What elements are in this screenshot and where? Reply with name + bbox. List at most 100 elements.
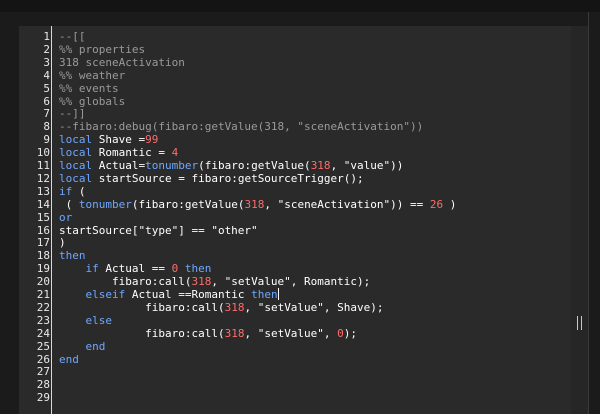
- line-number: 26: [36, 352, 50, 366]
- line-number: 3: [43, 55, 50, 69]
- window-top-bar: [0, 0, 600, 12]
- code-token: 99: [145, 133, 159, 147]
- line-number: 20: [36, 275, 50, 289]
- code-text[interactable]: if (: [59, 185, 86, 198]
- line-number: 2: [43, 42, 50, 56]
- code-text[interactable]: %% events: [59, 82, 119, 95]
- code-token: else: [85, 313, 113, 327]
- line-number: 10: [36, 146, 50, 160]
- code-token: , "sceneActivation")) ==: [264, 197, 430, 211]
- code-token: %% weather: [59, 68, 126, 82]
- code-token: Actual=: [92, 159, 146, 172]
- code-text[interactable]: ( tonumber(fibaro:getValue(318, "sceneAc…: [59, 197, 457, 211]
- code-text[interactable]: else: [59, 313, 113, 327]
- code-token: 318: [244, 197, 265, 211]
- line-number: 7: [43, 107, 50, 121]
- code-token: ): [443, 197, 457, 211]
- code-token: 4: [171, 146, 179, 160]
- code-token: if: [59, 184, 73, 198]
- code-editor[interactable]: 1 --[[ 2 %% properties 3 318 sceneActivation 4…: [19, 26, 571, 414]
- code-token: (fibaro:getValue(: [131, 197, 245, 211]
- line-number: 5: [43, 81, 50, 95]
- code-token: Shave =: [92, 133, 146, 147]
- code-token: 318: [224, 300, 245, 314]
- lua-editor-window: 1 --[[ 2 %% properties 3 318 sceneActivation 4…: [0, 0, 600, 414]
- code-token: if: [85, 262, 99, 276]
- code-token: (: [72, 184, 86, 198]
- code-text[interactable]: local Shave =99: [59, 133, 158, 146]
- code-token: (: [59, 197, 79, 211]
- line-number: 25: [36, 339, 50, 353]
- code-text[interactable]: --]]: [59, 107, 86, 120]
- code-token: Romantic =: [92, 146, 172, 160]
- code-text[interactable]: local startSource = fibaro:getSourceTrig…: [59, 172, 364, 185]
- code-token: %% properties: [59, 42, 146, 56]
- code-token: , "value")): [330, 159, 404, 172]
- code-token: elseif: [85, 288, 126, 301]
- code-text[interactable]: local Romantic = 4: [59, 146, 178, 159]
- code-text[interactable]: end: [59, 339, 106, 353]
- line-number: 22: [36, 300, 50, 314]
- code-text[interactable]: then: [59, 249, 86, 262]
- line-number: 19: [36, 262, 50, 276]
- code-token: 318: [224, 326, 245, 340]
- line-number: 16: [36, 223, 50, 237]
- code-token: local: [59, 171, 93, 185]
- code-text[interactable]: end: [59, 353, 79, 366]
- code-text[interactable]: fibaro:call(318, "setValue", Romantic);: [59, 275, 370, 288]
- line-number: 29: [36, 391, 50, 405]
- code-token: fibaro:call(: [59, 275, 192, 289]
- code-token: 318: [310, 159, 331, 172]
- resize-handle[interactable]: [577, 316, 583, 330]
- code-text[interactable]: %% globals: [59, 95, 125, 108]
- code-token: end: [85, 339, 106, 353]
- code-text[interactable]: startSource["type"] == "other": [59, 224, 258, 237]
- line-number: 15: [36, 210, 50, 224]
- code-token: Actual ==Romantic: [125, 288, 252, 301]
- code-token: , "setValue", Romantic);: [211, 275, 371, 289]
- line-number: 6: [43, 94, 50, 108]
- line-number: 1: [43, 30, 50, 43]
- code-token: , "setValue",: [244, 326, 338, 340]
- code-text[interactable]: if Actual == 0 then: [59, 262, 212, 276]
- code-text[interactable]: fibaro:call(318, "setValue", 0);: [59, 327, 357, 340]
- code-token: --fibaro:debug(fibaro:getValue(318, "sce…: [59, 120, 424, 134]
- line-number: 12: [36, 171, 50, 185]
- code-text[interactable]: fibaro:call(318, "setValue", Shave);: [59, 300, 383, 314]
- line-number: 9: [43, 133, 50, 147]
- code-text[interactable]: --fibaro:debug(fibaro:getValue(318, "sce…: [59, 120, 423, 133]
- code-token: tonumber: [78, 197, 132, 211]
- code-text[interactable]: local Actual=tonumber(fibaro:getValue(31…: [59, 159, 403, 172]
- code-token: );: [343, 326, 358, 340]
- window-frame-edge: [588, 12, 589, 414]
- line-number: 27: [36, 365, 50, 379]
- line-number: 18: [36, 249, 50, 263]
- line-number: 11: [36, 159, 50, 172]
- code-text[interactable]: --[[: [59, 30, 86, 43]
- code-text[interactable]: or: [59, 211, 72, 224]
- code-token: then: [251, 288, 278, 301]
- code-token: %% events: [59, 81, 119, 95]
- code-token: --[[: [59, 30, 86, 43]
- code-token: 26: [429, 197, 444, 211]
- code-text[interactable]: ): [59, 236, 66, 249]
- line-number: 14: [36, 197, 50, 211]
- code-text[interactable]: %% properties: [59, 43, 145, 56]
- code-token: end: [59, 352, 79, 366]
- line-number: 23: [36, 313, 50, 327]
- code-text[interactable]: 318 sceneActivation: [59, 56, 185, 69]
- code-token: startSource = fibaro:getSourceTrigger();: [92, 171, 364, 185]
- code-token: fibaro:call(: [59, 326, 225, 340]
- text-cursor: [277, 288, 279, 300]
- code-token: Actual ==: [98, 262, 172, 276]
- code-text[interactable]: %% weather: [59, 69, 125, 82]
- line-number: 21: [36, 288, 50, 301]
- code-token: --]]: [59, 107, 86, 121]
- code-token: tonumber: [145, 159, 199, 172]
- code-text[interactable]: elseif Actual ==Romantic then: [59, 288, 279, 301]
